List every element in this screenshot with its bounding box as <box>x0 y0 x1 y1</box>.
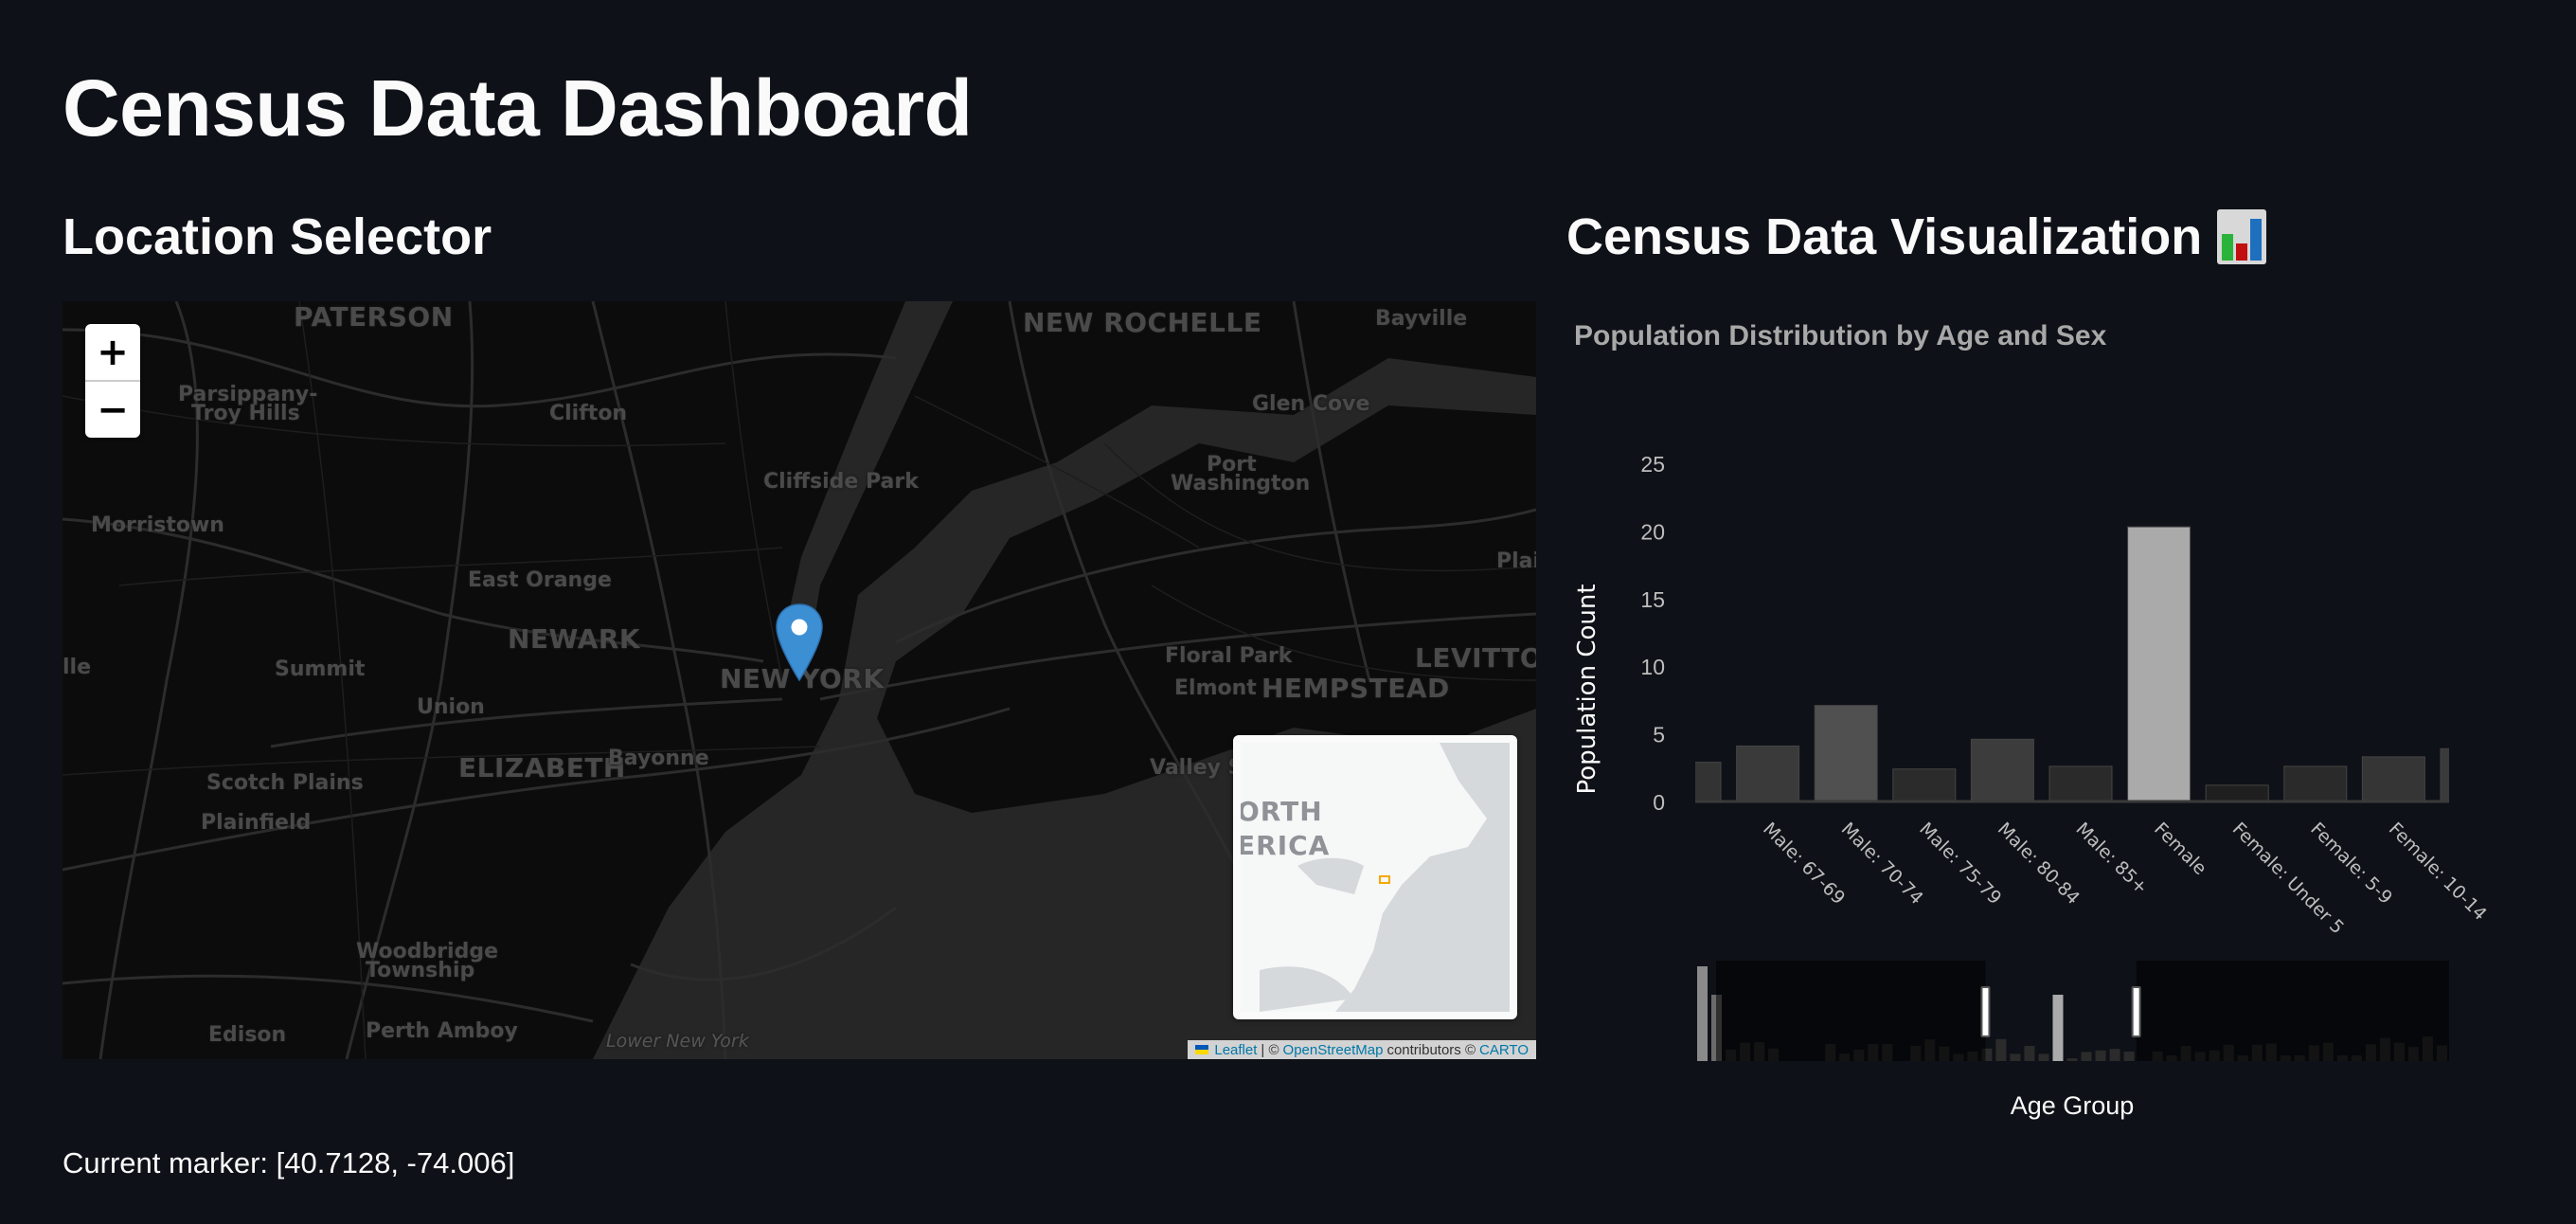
map[interactable]: PATERSON NEW ROCHELLE Bayville Parsippan… <box>63 301 1536 1059</box>
map-label: Bayville <box>1375 307 1468 331</box>
map-label: NEWARK <box>508 623 641 655</box>
map-label: Edison <box>208 1023 287 1047</box>
map-label: ELIZABETH <box>458 752 626 783</box>
bar[interactable] <box>2361 756 2425 802</box>
map-label: PATERSON <box>294 301 454 333</box>
bar[interactable] <box>2440 747 2500 802</box>
bar[interactable] <box>1814 705 1878 802</box>
map-label: Perth Amboy <box>366 1019 518 1043</box>
range-slider-bar <box>2081 1052 2092 1061</box>
x-tick-label: Male: 75-79 <box>1915 819 2005 909</box>
range-slider-handle-right[interactable] <box>2131 986 2141 1037</box>
map-label: Washington <box>1171 472 1311 495</box>
minimap-viewport-rect[interactable] <box>1379 875 1390 884</box>
chart-title: Population Distribution by Age and Sex <box>1574 320 2107 351</box>
range-slider-bar <box>2095 1050 2106 1061</box>
map-label: Scotch Plains <box>206 771 364 795</box>
map-attribution: Leaflet | © OpenStreetMap contributors ©… <box>1188 1040 1536 1059</box>
range-slider-bar <box>2010 1053 2021 1061</box>
map-marker-icon[interactable] <box>775 603 824 682</box>
bar[interactable] <box>1892 768 1957 802</box>
range-slider-bar <box>2066 1058 2078 1061</box>
bar[interactable] <box>2048 765 2113 802</box>
x-tick-label: Male: 80-84 <box>1994 819 2084 909</box>
y-tick-label: 15 <box>1640 587 1665 612</box>
map-label: East Orange <box>468 568 612 592</box>
range-slider-bar <box>2052 995 2064 1061</box>
minimap-land <box>1241 743 1487 1012</box>
y-tick-label: 20 <box>1640 519 1665 544</box>
x-tick-label: Female <box>2150 819 2210 879</box>
bar[interactable] <box>1658 762 1722 802</box>
y-tick-label: 10 <box>1640 655 1665 679</box>
map-label: Township <box>366 959 475 982</box>
map-label: Plainfield <box>201 811 312 835</box>
range-slider-bar <box>2024 1046 2035 1061</box>
map-label: Floral Park <box>1165 644 1293 668</box>
carto-link[interactable]: CARTO <box>1479 1042 1529 1058</box>
range-slider-handle-left[interactable] <box>1980 986 1991 1037</box>
y-tick-label: 25 <box>1640 452 1665 477</box>
zoom-control: + − <box>85 324 140 438</box>
visualization-title-text: Census Data Visualization <box>1566 208 2203 265</box>
map-label: Morristown <box>91 513 224 537</box>
map-label: Bayonne <box>608 747 709 770</box>
map-label: Lower New York <box>606 1031 749 1052</box>
bar-chart-icon <box>2217 209 2267 265</box>
range-slider-mask-right <box>2136 961 2449 1061</box>
range-slider-mask-left <box>1716 961 1986 1061</box>
range-slider-bar <box>2123 1052 2135 1061</box>
bar-chart[interactable]: Population Count0510152025Male: 67-69Mal… <box>1553 417 2500 1137</box>
map-label: Glen Cove <box>1252 392 1370 416</box>
x-tick-label: Female: 10-14 <box>2385 819 2491 925</box>
range-slider-bar <box>1697 966 1708 1061</box>
bar[interactable] <box>2205 784 2269 802</box>
map-label: Clifton <box>549 402 628 425</box>
y-tick-label: 5 <box>1653 723 1665 747</box>
leaflet-link[interactable]: Leaflet <box>1214 1042 1257 1058</box>
minimap-view: ORTH ERICA <box>1241 743 1510 1012</box>
range-slider-bar <box>1995 1038 2007 1061</box>
map-label: HEMPSTEAD <box>1261 673 1450 704</box>
zoom-out-button[interactable]: − <box>85 380 140 438</box>
minimap-label: ORTH <box>1241 796 1323 827</box>
x-tick-label: Male: 70-74 <box>1837 819 1927 909</box>
y-tick-label: 0 <box>1653 790 1665 815</box>
map-label: Summit <box>275 657 366 681</box>
map-label: Cliffside Park <box>763 470 919 494</box>
bar[interactable] <box>2127 526 2191 802</box>
x-tick-label: Male: 67-69 <box>1759 819 1849 909</box>
attribution-separator: | © <box>1261 1041 1279 1058</box>
map-label: LEVITTOWN <box>1415 642 1536 674</box>
attribution-contributors: contributors © <box>1386 1041 1476 1058</box>
ukraine-flag-icon <box>1195 1045 1209 1054</box>
minimap[interactable]: ORTH ERICA <box>1233 735 1517 1019</box>
range-slider-bar <box>2109 1049 2120 1061</box>
zoom-in-button[interactable]: + <box>85 324 140 380</box>
visualization-title: Census Data Visualization <box>1566 207 2267 268</box>
map-label: Elmont <box>1174 676 1257 700</box>
x-tick-label: Male: 85+ <box>2071 819 2152 899</box>
bar[interactable] <box>1970 738 2034 802</box>
map-label: NEW ROCHELLE <box>1023 307 1262 338</box>
openstreetmap-link[interactable]: OpenStreetMap <box>1283 1042 1384 1058</box>
map-label: Troy Hills <box>191 402 300 425</box>
minimap-label: ERICA <box>1241 830 1331 861</box>
map-label: Union <box>417 695 485 719</box>
y-axis-label: Population Count <box>1573 584 1601 794</box>
map-label: lle <box>63 656 92 679</box>
current-marker-text: Current marker: [40.7128, -74.006] <box>63 1146 515 1179</box>
bar[interactable] <box>2283 765 2348 802</box>
location-selector-title: Location Selector <box>63 208 492 265</box>
bar[interactable] <box>1736 745 1800 802</box>
range-slider-bar <box>2038 1053 2049 1061</box>
page-title: Census Data Dashboard <box>63 63 973 153</box>
map-label: Plai <box>1496 549 1536 573</box>
x-axis-label: Age Group <box>2011 1091 2135 1120</box>
